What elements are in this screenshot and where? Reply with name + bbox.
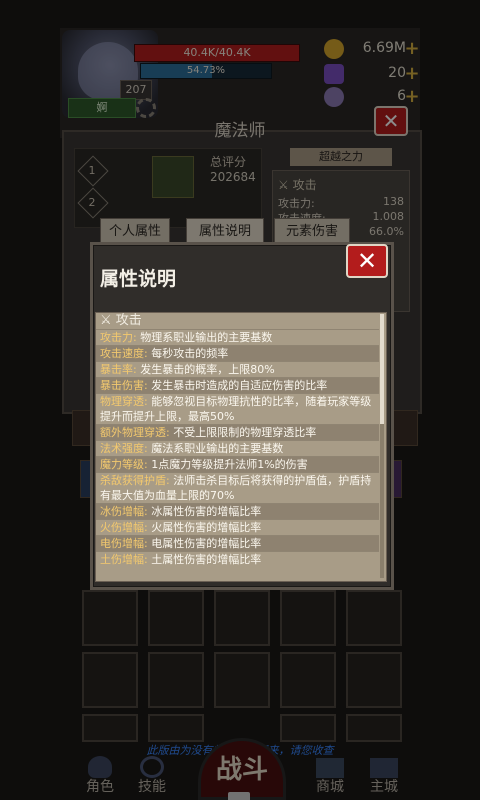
attribute-list-content: ⚔ 攻击 攻击力: 物理系职业输出的主要基数 攻击速度: 每秒攻击的频率 暴击率… — [96, 313, 379, 567]
attribute-key: 土伤增幅: — [100, 553, 148, 566]
attribute-key: 额外物理穿透: — [100, 426, 170, 439]
attribute-desc: 冰属性伤害的增幅比率 — [147, 505, 262, 518]
attribute-key: 火伤增幅: — [100, 521, 148, 534]
list-item: 攻击速度: 每秒攻击的频率 — [96, 345, 379, 361]
list-item: 暴击率: 发生暴击的概率，上限80% — [96, 361, 379, 377]
attribute-key: 法术强度: — [100, 442, 148, 455]
list-item: 额外物理穿透: 不受上限限制的物理穿透比率 — [96, 424, 379, 440]
attribute-desc: 电属性伤害的增幅比率 — [147, 537, 262, 550]
attribute-key: 杀敌获得护盾: — [100, 474, 170, 487]
attribute-key: 暴击率: — [100, 363, 137, 376]
attribute-desc: 每秒攻击的频率 — [147, 347, 229, 360]
attribute-list[interactable]: ⚔ 攻击 攻击力: 物理系职业输出的主要基数 攻击速度: 每秒攻击的频率 暴击率… — [95, 312, 387, 582]
attribute-desc: 魔法系职业输出的主要基数 — [147, 442, 284, 455]
list-item: 杀敌获得护盾: 法师击杀目标后将获得的护盾值，护盾持有最大值为血量上限的70% — [96, 472, 379, 503]
attribute-desc: 发生暴击的概率，上限80% — [136, 363, 275, 376]
list-item: 攻击力: 物理系职业输出的主要基数 — [96, 329, 379, 345]
attribute-key: 电伤增幅: — [100, 537, 148, 550]
list-item: 暴击伤害: 发生暴击时造成的自适应伤害的比率 — [96, 377, 379, 393]
attribute-desc: 物理系职业输出的主要基数 — [136, 331, 273, 344]
list-item: 魔力等级: 1点魔力等级提升法师1%的伤害 — [96, 456, 379, 472]
list-item: 物理穿透: 能够忽视目标物理抗性的比率，随着玩家等级提升而提升上限，最高50% — [96, 393, 379, 424]
list-scrollbar-thumb[interactable] — [380, 314, 384, 424]
attribute-key: 冰伤增幅: — [100, 505, 148, 518]
list-item: 火伤增幅: 火属性伤害的增幅比率 — [96, 519, 379, 535]
list-item: 土伤增幅: 土属性伤害的增幅比率 — [96, 551, 379, 567]
list-item: 法术强度: 魔法系职业输出的主要基数 — [96, 440, 379, 456]
attribute-key: 魔力等级: — [100, 458, 148, 471]
game-screen: { "hud": { "hp_text": "40.4K/40.4K", "mp… — [0, 0, 480, 800]
attribute-key: 攻击力: — [100, 331, 137, 344]
attribute-key: 攻击速度: — [100, 347, 148, 360]
section-heading: ⚔ 攻击 — [100, 313, 142, 328]
list-item: 电伤增幅: 电属性伤害的增幅比率 — [96, 535, 379, 551]
attribute-desc: 不受上限限制的物理穿透比率 — [169, 426, 317, 439]
attribute-desc: 发生暴击时造成的自适应伤害的比率 — [147, 379, 328, 392]
modal-title: 属性说明 — [100, 268, 177, 290]
attribute-desc: 火属性伤害的增幅比率 — [147, 521, 262, 534]
attribute-key: 物理穿透: — [100, 395, 148, 408]
attribute-desc: 1点魔力等级提升法师1%的伤害 — [147, 458, 308, 471]
modal-close-button[interactable]: ✕ — [346, 244, 388, 278]
attribute-key: 暴击伤害: — [100, 379, 148, 392]
attribute-desc: 土属性伤害的增幅比率 — [147, 553, 262, 566]
list-item: 冰伤增幅: 冰属性伤害的增幅比率 — [96, 503, 379, 519]
